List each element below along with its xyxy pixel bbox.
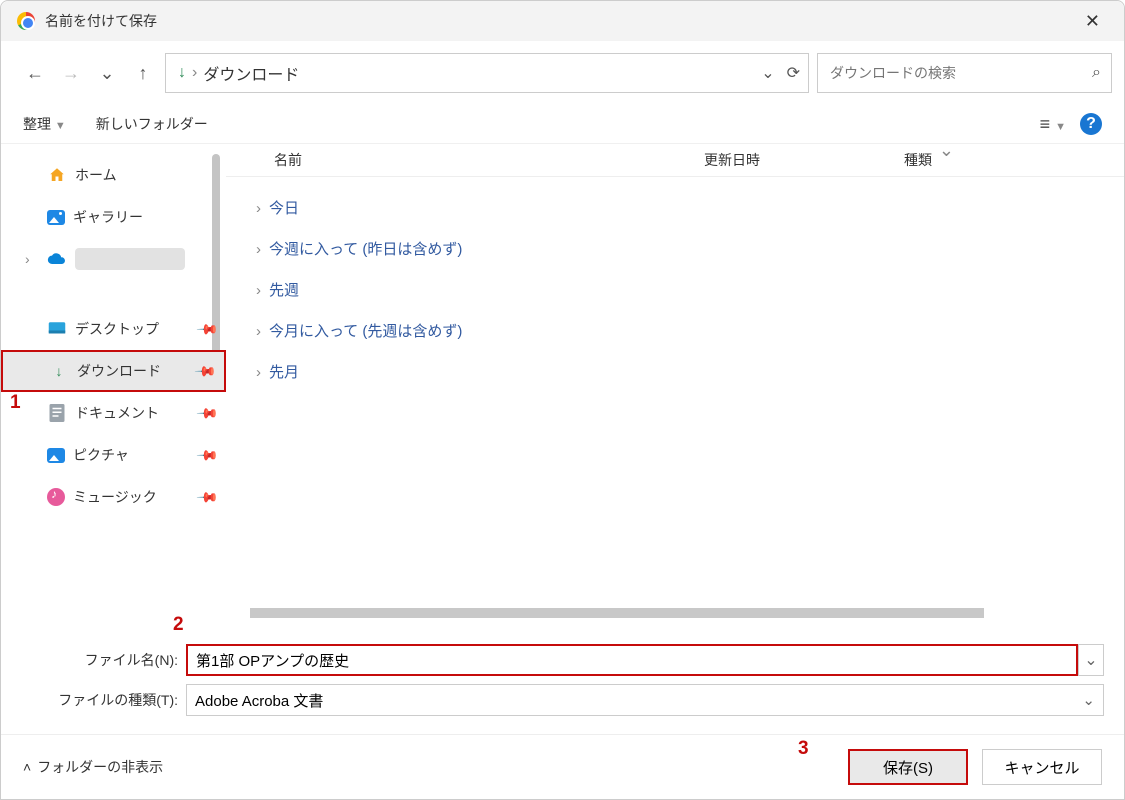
filetype-select[interactable]: Adobe Acroba 文書 ⌄ — [186, 684, 1104, 716]
sidebar-item-music[interactable]: ミュージック 📌 — [1, 476, 226, 518]
chevron-right-icon: › — [256, 364, 261, 381]
pin-icon[interactable]: 📌 — [193, 359, 217, 383]
pin-icon[interactable]: 📌 — [195, 401, 219, 425]
pin-icon[interactable]: 📌 — [195, 317, 219, 341]
breadcrumb-sep: › — [192, 64, 197, 82]
filename-input[interactable] — [186, 644, 1078, 676]
organize-menu[interactable]: 整理 ▼ — [23, 114, 66, 134]
footer: ファイル名(N): ⌄ ファイルの種類(T): Adobe Acroba 文書 … — [1, 624, 1124, 734]
view-mode-button[interactable]: ≡ ▼ — [1040, 114, 1066, 135]
help-button[interactable]: ? — [1080, 113, 1102, 135]
sidebar-item-label: ピクチャ — [73, 445, 129, 465]
sidebar-item-home[interactable]: ホーム — [1, 154, 226, 196]
filetype-label: ファイルの種類(T): — [21, 690, 186, 710]
pin-icon[interactable]: 📌 — [195, 443, 219, 467]
file-groups: ›今日 ›今週に入って (昨日は含めず) ›先週 ›今月に入って (先週は含めず… — [226, 177, 1124, 392]
close-button[interactable]: ✕ — [1077, 7, 1108, 36]
nav-recent[interactable]: ⌄ — [93, 59, 121, 87]
nav-forward[interactable]: → — [57, 59, 85, 87]
column-date[interactable]: 更新日時 — [704, 150, 904, 170]
content-area: ホーム ギャラリー › デスクトップ 📌 — [1, 144, 1124, 624]
window-title: 名前を付けて保存 — [45, 11, 1077, 31]
chevron-right-icon: › — [256, 323, 261, 340]
sidebar: ホーム ギャラリー › デスクトップ 📌 — [1, 144, 226, 624]
filename-label: ファイル名(N): — [21, 650, 186, 670]
pin-icon[interactable]: 📌 — [195, 485, 219, 509]
search-box: ⌕ — [817, 53, 1112, 93]
titlebar: 名前を付けて保存 ✕ — [1, 1, 1124, 41]
sidebar-item-label: ミュージック — [73, 487, 157, 507]
toolbar: 整理 ▼ 新しいフォルダー ≡ ▼ ? — [1, 105, 1124, 144]
bottom-bar: ˄ フォルダーの非表示 保存(S) キャンセル — [1, 734, 1124, 799]
cancel-button[interactable]: キャンセル — [982, 749, 1102, 785]
group-last-month[interactable]: ›先月 — [256, 351, 1124, 392]
save-as-dialog: 名前を付けて保存 ✕ ← → ⌄ ↑ ↓ › ダウンロード ⌄ ⟳ ⌕ 整理 ▼… — [0, 0, 1125, 800]
document-icon — [47, 403, 67, 423]
sidebar-item-label: ギャラリー — [73, 207, 143, 227]
search-input[interactable] — [828, 64, 1092, 82]
gallery-icon — [47, 210, 65, 225]
column-headers: 名前 更新日時 種類 — [226, 144, 1124, 177]
sidebar-item-desktop[interactable]: デスクトップ 📌 — [1, 308, 226, 350]
desktop-icon — [47, 319, 67, 339]
sidebar-item-downloads[interactable]: ↓ ダウンロード 📌 — [1, 350, 226, 392]
chevron-right-icon: › — [25, 251, 39, 267]
breadcrumb-current: ダウンロード — [203, 61, 299, 85]
music-icon — [47, 488, 65, 506]
nav-bar: ← → ⌄ ↑ ↓ › ダウンロード ⌄ ⟳ ⌕ — [1, 41, 1124, 105]
group-this-month[interactable]: ›今月に入って (先週は含めず) — [256, 310, 1124, 351]
nav-back[interactable]: ← — [21, 59, 49, 87]
annotation-1: 1 — [10, 392, 21, 414]
sidebar-item-pictures[interactable]: ピクチャ 📌 — [1, 434, 226, 476]
sidebar-item-onedrive[interactable]: › — [1, 238, 226, 280]
search-icon[interactable]: ⌕ — [1092, 64, 1101, 82]
annotation-2: 2 — [173, 614, 184, 636]
sidebar-item-label: ドキュメント — [75, 403, 159, 423]
sidebar-item-documents[interactable]: ドキュメント 📌 — [1, 392, 226, 434]
group-this-week[interactable]: ›今週に入って (昨日は含めず) — [256, 228, 1124, 269]
group-today[interactable]: ›今日 — [256, 187, 1124, 228]
pictures-icon — [47, 448, 65, 463]
sidebar-item-gallery[interactable]: ギャラリー — [1, 196, 226, 238]
hide-folders-toggle[interactable]: ˄ フォルダーの非表示 — [23, 757, 163, 777]
filename-dropdown[interactable]: ⌄ — [1078, 644, 1104, 676]
chevron-right-icon: › — [256, 282, 261, 299]
sidebar-item-label: デスクトップ — [75, 319, 159, 339]
sidebar-item-label: ホーム — [75, 165, 117, 185]
chevron-up-icon: ˄ — [23, 759, 31, 775]
breadcrumb-dropdown-icon[interactable]: ⌄ — [761, 63, 774, 83]
chevron-right-icon: › — [256, 200, 261, 217]
chrome-icon — [17, 12, 35, 30]
save-button[interactable]: 保存(S) — [848, 749, 968, 785]
horizontal-scrollbar[interactable] — [250, 608, 984, 618]
column-name[interactable]: 名前 — [274, 150, 704, 170]
chevron-right-icon: › — [256, 241, 261, 258]
annotation-3: 3 — [798, 738, 809, 760]
sidebar-blurred-text — [75, 248, 185, 270]
address-bar[interactable]: ↓ › ダウンロード ⌄ ⟳ — [165, 53, 809, 93]
new-folder-button[interactable]: 新しいフォルダー — [96, 114, 208, 134]
download-icon: ↓ — [178, 64, 186, 82]
sidebar-item-label: ダウンロード — [77, 361, 161, 381]
file-list-area: 名前 更新日時 種類 ›今日 ›今週に入って (昨日は含めず) ›先週 ›今月に… — [226, 144, 1124, 624]
nav-up[interactable]: ↑ — [129, 59, 157, 87]
download-icon: ↓ — [49, 361, 69, 381]
cloud-icon — [47, 249, 67, 269]
column-type[interactable]: 種類 — [904, 150, 1124, 170]
home-icon — [47, 165, 67, 185]
refresh-icon[interactable]: ⟳ — [787, 63, 800, 83]
group-last-week[interactable]: ›先週 — [256, 269, 1124, 310]
